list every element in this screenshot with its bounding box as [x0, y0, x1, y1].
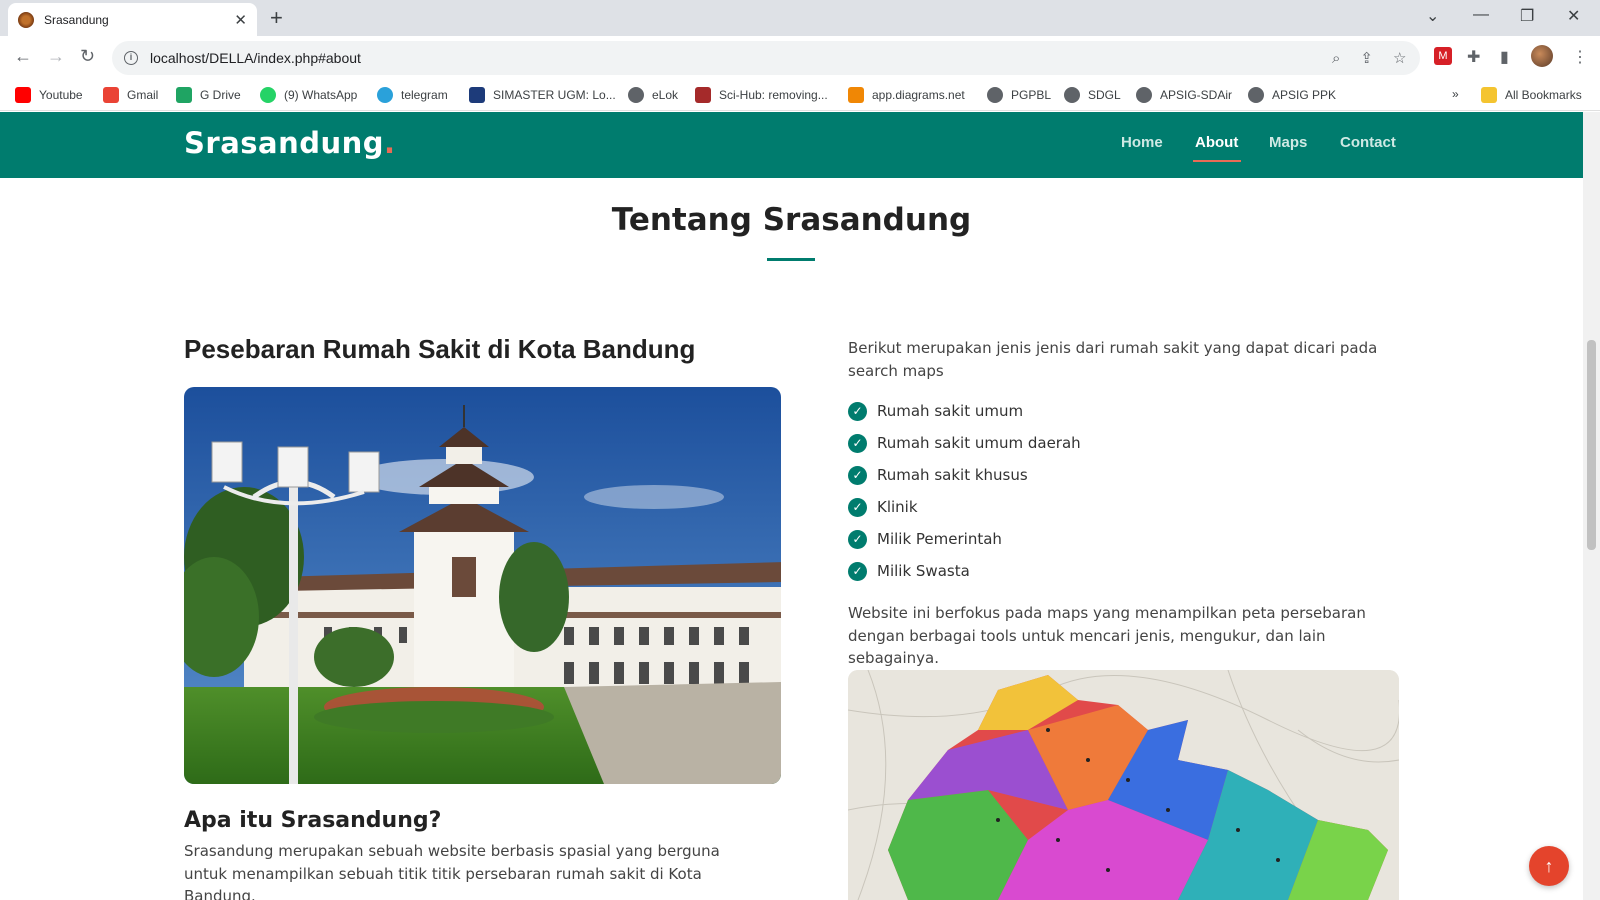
zoom-icon[interactable]: ⌕	[1332, 50, 1340, 67]
bookmarks-bar: Youtube Gmail G Drive (9) WhatsApp teleg…	[0, 80, 1600, 111]
more-bookmarks-button[interactable]: »	[1452, 87, 1459, 101]
browser-toolbar: ← → ↻ i localhost/DELLA/index.php#about …	[0, 36, 1600, 80]
check-circle-icon: ✓	[848, 497, 867, 517]
bookmark-simaster[interactable]: SIMASTER UGM: Lo...	[469, 87, 616, 103]
side-panel-icon[interactable]: ▮	[1500, 47, 1509, 67]
bookmark-apsig-sdair[interactable]: APSIG-SDAir	[1136, 87, 1232, 103]
scihub-icon	[695, 87, 711, 103]
nav-maps[interactable]: Maps	[1269, 134, 1307, 151]
tab-search-chevron-icon[interactable]: ⌄	[1426, 6, 1439, 26]
what-is-description: Srasandung merupakan sebuah website berb…	[184, 842, 720, 900]
globe-icon	[628, 87, 644, 103]
list-item: ✓ Milik Pemerintah	[848, 523, 1081, 555]
browser-tab[interactable]: Srasandung ✕	[8, 3, 257, 36]
whatsapp-icon	[260, 87, 276, 103]
site-logo[interactable]: Srasandung.	[184, 126, 396, 160]
web-page: Srasandung. Home About Maps Contact Tent…	[0, 112, 1583, 900]
profile-avatar[interactable]	[1531, 45, 1553, 67]
list-item: ✓ Rumah sakit umum daerah	[848, 427, 1081, 459]
minimize-icon[interactable]: —	[1473, 6, 1489, 24]
tab-title: Srasandung	[44, 12, 109, 27]
youtube-icon	[15, 87, 31, 103]
site-header: Srasandung. Home About Maps Contact	[0, 112, 1583, 178]
tab-strip: Srasandung ✕ + ⌄ — ❐ ✕	[0, 0, 1600, 36]
scrollbar-thumb[interactable]	[1587, 340, 1596, 550]
globe-icon	[1248, 87, 1264, 103]
check-circle-icon: ✓	[848, 401, 867, 421]
new-tab-button[interactable]: +	[270, 5, 283, 31]
all-bookmarks-folder[interactable]: All Bookmarks	[1481, 87, 1582, 103]
bandung-map-image	[848, 670, 1399, 900]
bookmark-pgpbl[interactable]: PGPBL	[987, 87, 1051, 103]
hospital-type-list: ✓ Rumah sakit umum ✓ Rumah sakit umum daer…	[848, 395, 1081, 587]
bookmark-gmail[interactable]: Gmail	[103, 87, 158, 103]
nav-about[interactable]: About	[1195, 134, 1238, 151]
bookmark-scihub[interactable]: Sci-Hub: removing...	[695, 87, 828, 103]
bookmark-star-icon[interactable]: ☆	[1393, 49, 1406, 67]
bookmark-apsig-ppk[interactable]: APSIG PPK	[1248, 87, 1336, 103]
list-item: ✓ Rumah sakit umum	[848, 395, 1081, 427]
back-to-top-button[interactable]: ↑	[1529, 846, 1569, 886]
diagrams-icon	[848, 87, 864, 103]
restore-icon[interactable]: ❐	[1520, 6, 1534, 26]
check-circle-icon: ✓	[848, 465, 867, 485]
back-icon[interactable]: ←	[14, 46, 32, 67]
check-circle-icon: ✓	[848, 529, 867, 549]
bookmark-diagrams[interactable]: app.diagrams.net	[848, 87, 965, 103]
url-text: localhost/DELLA/index.php#about	[150, 50, 361, 66]
globe-icon	[1136, 87, 1152, 103]
folder-icon	[1481, 87, 1497, 103]
globe-icon	[1064, 87, 1080, 103]
site-favicon-icon	[18, 11, 34, 28]
nav-active-underline	[1193, 160, 1241, 162]
bookmark-gdrive[interactable]: G Drive	[176, 87, 241, 103]
simaster-icon	[469, 87, 485, 103]
nav-home[interactable]: Home	[1121, 134, 1163, 151]
section-title: Tentang Srasandung	[611, 202, 972, 238]
focus-text: Website ini berfokus pada maps yang mena…	[848, 604, 1366, 667]
bookmark-sdgl[interactable]: SDGL	[1064, 87, 1121, 103]
telegram-icon	[377, 87, 393, 103]
list-item: ✓ Milik Swasta	[848, 555, 1081, 587]
site-info-icon[interactable]: i	[124, 51, 138, 65]
forward-icon[interactable]: →	[47, 46, 65, 67]
check-circle-icon: ✓	[848, 433, 867, 453]
title-divider	[767, 258, 815, 261]
close-window-icon[interactable]: ✕	[1567, 6, 1580, 26]
list-item: ✓ Rumah sakit khusus	[848, 459, 1081, 491]
about-heading: Pesebaran Rumah Sakit di Kota Bandung	[184, 334, 696, 364]
close-tab-icon[interactable]: ✕	[234, 11, 247, 29]
share-icon[interactable]: ⇪	[1360, 49, 1373, 67]
bookmark-elok[interactable]: eLok	[628, 87, 678, 103]
gedung-sate-photo	[184, 387, 781, 784]
bookmark-telegram[interactable]: telegram	[377, 87, 448, 103]
reload-icon[interactable]: ↻	[80, 46, 95, 67]
list-item: ✓ Klinik	[848, 491, 1081, 523]
extension-icon[interactable]: M	[1434, 47, 1452, 65]
check-circle-icon: ✓	[848, 561, 867, 581]
what-is-heading: Apa itu Srasandung?	[184, 808, 442, 833]
google-drive-icon	[176, 87, 192, 103]
gmail-icon	[103, 87, 119, 103]
globe-icon	[987, 87, 1003, 103]
address-bar[interactable]: i localhost/DELLA/index.php#about ⌕ ⇪ ☆	[112, 41, 1420, 75]
bookmark-whatsapp[interactable]: (9) WhatsApp	[260, 87, 357, 103]
intro-text: Berikut merupakan jenis jenis dari rumah…	[848, 339, 1378, 380]
menu-dots-icon[interactable]: ⋮	[1572, 47, 1588, 67]
bookmark-youtube[interactable]: Youtube	[15, 87, 83, 103]
nav-contact[interactable]: Contact	[1340, 134, 1396, 151]
extensions-puzzle-icon[interactable]: ✚	[1467, 47, 1480, 67]
